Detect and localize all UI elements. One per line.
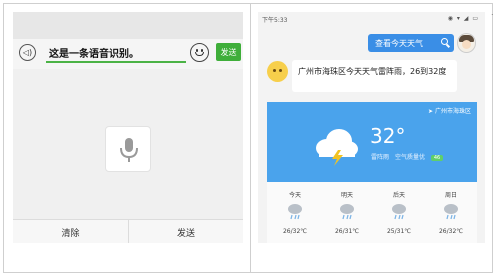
forecast-day-name: 今天: [288, 192, 301, 199]
forecast-day-name: 后天: [392, 192, 405, 199]
microphone-icon: [120, 138, 138, 162]
forecast-range: 26/32℃: [438, 228, 464, 235]
rain-cloud-icon: [444, 204, 458, 220]
voice-input-screen: ◁) 这是一条语音识别。 发送 清除 发送: [13, 12, 243, 243]
forecast-range: 26/32℃: [282, 228, 308, 235]
assistant-answer-bubble: 广州市海珠区今天天气雷阵雨，26到32度: [292, 60, 457, 92]
forecast-day: 周日 26/32℃: [425, 182, 477, 243]
bottom-actions: 清除 发送: [13, 219, 243, 243]
rain-cloud-icon: [392, 204, 406, 220]
search-icon: [441, 38, 448, 45]
rain-cloud-icon: [288, 204, 302, 220]
send-button[interactable]: 发送: [216, 43, 241, 61]
forecast-day: 明天 26/31℃: [321, 182, 373, 243]
emoji-icon[interactable]: [190, 43, 209, 62]
forecast-row: 今天 26/32℃ 明天 26/31℃ 后天 25/31℃ 周日 26/32℃: [267, 182, 477, 243]
forecast-day: 今天 26/32℃: [269, 182, 321, 243]
user-avatar[interactable]: [457, 33, 476, 53]
panel-divider: [250, 3, 251, 272]
input-bar: ◁) 这是一条语音识别。 发送: [13, 39, 243, 69]
input-underline: [46, 61, 186, 63]
assistant-avatar: [267, 61, 288, 82]
clear-button[interactable]: 清除: [13, 220, 128, 243]
edge-mark: .: [491, 8, 494, 17]
location-arrow-icon: ➤: [428, 108, 434, 115]
air-quality-badge: 46: [430, 155, 444, 161]
weather-card[interactable]: ➤ 广州市海珠区 32° 雷阵雨 空气质量优 46 今天 26/32℃ 明天 2…: [267, 102, 477, 243]
voice-panel: [13, 69, 243, 219]
forecast-day: 后天 25/31℃: [373, 182, 425, 243]
rain-cloud-icon: [340, 204, 354, 220]
microphone-button[interactable]: [105, 126, 151, 172]
chat-area: [13, 12, 243, 39]
weather-card-header: ➤ 广州市海珠区 32° 雷阵雨 空气质量优 46: [267, 102, 477, 182]
user-query-bubble[interactable]: 查看今天天气: [368, 34, 454, 52]
forecast-day-name: 周日: [444, 192, 457, 199]
thunderstorm-cloud-icon: [316, 129, 358, 166]
weather-summary: 雷阵雨 空气质量优 46: [371, 152, 444, 161]
location-label: ➤ 广州市海珠区: [428, 108, 471, 115]
forecast-range: 25/31℃: [386, 228, 412, 235]
status-icons: ◉ ▾ ◢ ▭: [447, 15, 479, 22]
air-quality-label: 空气质量优: [394, 154, 425, 161]
forecast-range: 26/31℃: [334, 228, 360, 235]
forecast-day-name: 明天: [340, 192, 353, 199]
voice-toggle-icon[interactable]: ◁): [19, 44, 36, 61]
bottom-send-button[interactable]: 发送: [128, 220, 243, 243]
weather-chat-screen: 下午5:33 ◉ ▾ ◢ ▭ 查看今天天气 广州市海珠区今天天气雷阵雨，26到3…: [258, 12, 485, 243]
status-time: 下午5:33: [262, 17, 288, 24]
weather-description: 雷阵雨: [371, 154, 390, 161]
query-text: 查看今天天气: [375, 38, 423, 48]
current-temperature: 32°: [370, 124, 406, 148]
message-input[interactable]: 这是一条语音识别。: [49, 45, 139, 60]
